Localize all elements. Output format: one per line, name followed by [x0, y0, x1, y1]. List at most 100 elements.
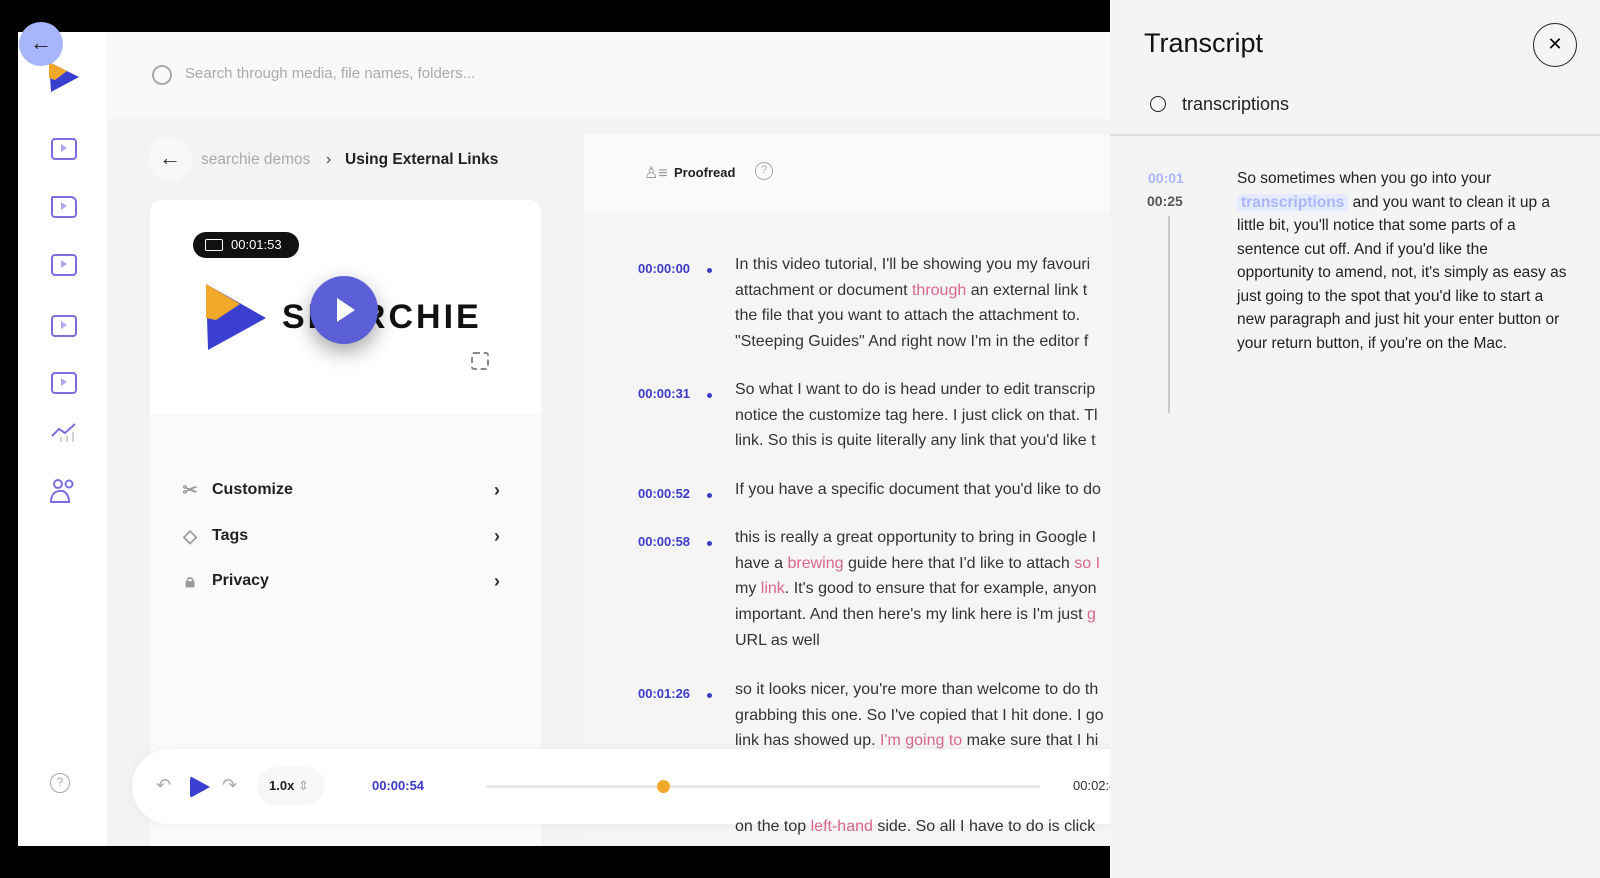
editor-header: ♙≡ Proofread ?	[584, 135, 1110, 212]
highlighted-word: so I	[1074, 554, 1101, 572]
word-run: my	[735, 580, 761, 598]
menu-tags[interactable]: ◇ Tags ›	[180, 521, 500, 551]
search-match: transcriptions	[1237, 193, 1349, 211]
library-icon[interactable]	[51, 315, 77, 337]
word-run: If you have a specific document that you…	[735, 481, 1101, 498]
paragraph-timestamp[interactable]: 00:00:31	[638, 386, 690, 401]
breadcrumb-back-button[interactable]: ←	[148, 137, 192, 181]
timestamp-dot	[707, 541, 712, 546]
current-time: 00:00:54	[372, 778, 425, 793]
tag-icon: ◇	[183, 526, 197, 546]
result-text: So sometimes when you go into your	[1237, 170, 1492, 187]
speed-value: 1.0x	[269, 778, 295, 793]
playlist-icon[interactable]	[51, 254, 77, 276]
search-icon	[152, 65, 172, 85]
result-timeline	[1168, 216, 1170, 413]
transcript-line[interactable]: link. So this is quite literally any lin…	[735, 432, 1096, 450]
progress-thumb[interactable]	[657, 780, 671, 793]
transcript-line[interactable]: URL as well	[735, 632, 820, 650]
duration-badge: 00:01:53	[193, 232, 299, 258]
transcript-line[interactable]: attachment or document through an extern…	[735, 282, 1087, 300]
video-preview[interactable]: 00:01:53 SEARCHIE	[150, 200, 541, 414]
users-icon[interactable]	[49, 478, 79, 504]
help-icon[interactable]: ?	[50, 773, 70, 793]
total-time: 00:02:47	[1073, 778, 1110, 793]
transcript-line[interactable]: In this video tutorial, I'll be showing …	[735, 256, 1090, 274]
timestamp-dot	[707, 493, 712, 498]
searchie-logo	[49, 62, 79, 92]
app-window: ? Search through media, file names, fold…	[18, 32, 1110, 846]
embed-icon[interactable]	[51, 372, 77, 394]
highlighted-word: link	[760, 580, 785, 598]
highlighted-word: g	[1087, 606, 1096, 624]
searchie-video-logo	[206, 284, 266, 350]
back-button[interactable]: ←	[19, 22, 63, 66]
speed-select[interactable]: 1.0x ⇕	[257, 767, 325, 805]
paragraph-timestamp[interactable]: 00:01:26	[638, 686, 690, 701]
highlighted-word: brewing	[787, 554, 844, 572]
word-run: make sure that I hi	[962, 732, 1099, 750]
word-run: important. And then here's my link here …	[735, 606, 1088, 624]
paragraph-timestamp[interactable]: 00:00:58	[638, 534, 690, 549]
word-run: so it looks nicer, you're more than welc…	[735, 681, 1099, 698]
transcript-line[interactable]: the file that you want to attach the att…	[735, 307, 1080, 325]
rewind-5-icon[interactable]: ↶	[156, 775, 171, 796]
word-run: have a	[735, 554, 788, 572]
paragraph-timestamp[interactable]: 00:00:00	[638, 261, 690, 276]
transcript-line[interactable]: grabbing this one. So I've copied that I…	[735, 707, 1104, 725]
help-icon[interactable]: ?	[755, 162, 773, 180]
word-run: So what I want to do is head under to ed…	[735, 381, 1096, 398]
menu-privacy[interactable]: 🔒︎ Privacy ›	[180, 566, 500, 596]
result-text: and you want to clean it up a little bit…	[1237, 193, 1567, 352]
scissors-icon: ✂	[182, 480, 198, 500]
video-icon	[205, 239, 223, 251]
search-result[interactable]: So sometimes when you go into your trans…	[1237, 167, 1567, 355]
word-run: side. So all I have to do is click	[872, 818, 1096, 835]
folder-icon[interactable]	[51, 196, 77, 218]
word-run: . It's good to ensure that for example, …	[784, 580, 1097, 598]
close-button[interactable]: ✕	[1533, 23, 1577, 67]
word-run: the file that you want to attach the att…	[735, 307, 1081, 325]
play-overlay-button[interactable]	[310, 276, 378, 344]
media-search-input[interactable]: Search through media, file names, folder…	[185, 65, 475, 82]
divider	[1110, 134, 1600, 136]
word-run: attachment or document	[735, 281, 912, 299]
search-icon	[1150, 96, 1166, 112]
transcript-line[interactable]: so it looks nicer, you're more than welc…	[735, 681, 1098, 699]
result-start-time[interactable]: 00:01	[1148, 170, 1184, 186]
word-run: guide here that I'd like to attach	[843, 554, 1075, 572]
word-run: "Steeping Guides" And right now I'm in t…	[735, 333, 1089, 351]
lock-icon: 🔒︎	[185, 571, 195, 591]
proofread-label[interactable]: Proofread	[674, 165, 735, 180]
play-button[interactable]	[190, 776, 210, 798]
media-icon[interactable]	[51, 138, 77, 160]
transcript-line[interactable]: notice the customize tag here. I just cl…	[735, 407, 1098, 425]
transcript-editor: ♙≡ Proofread ? 00:00:00 In this video tut…	[584, 135, 1110, 846]
transcript-line[interactable]: this is really a great opportunity to br…	[735, 529, 1096, 547]
word-run: In this video tutorial, I'll be showing …	[735, 256, 1091, 273]
transcript-line[interactable]: If you have a specific document that you…	[735, 481, 1101, 499]
transcript-line[interactable]: my link. It's good to ensure that for ex…	[735, 580, 1096, 598]
forward-5-icon[interactable]: ↷	[222, 775, 237, 796]
transcript-line[interactable]: link has showed up. I'm going to make su…	[735, 732, 1098, 750]
menu-label: Privacy	[212, 572, 269, 589]
timestamp-dot	[707, 393, 712, 398]
progress-slider[interactable]	[486, 780, 1040, 793]
word-run: an external link t	[966, 281, 1088, 299]
paragraph-timestamp[interactable]: 00:00:52	[638, 486, 690, 501]
highlighted-word: through	[911, 281, 967, 299]
transcript-panel: Transcript ✕ transcriptions 00:01 00:25 …	[1110, 0, 1600, 878]
chevron-right-icon: ›	[494, 525, 500, 546]
transcript-line[interactable]: So what I want to do is head under to ed…	[735, 381, 1095, 399]
transcript-line[interactable]: have a brewing guide here that I'd like …	[735, 555, 1100, 573]
updown-icon: ⇕	[297, 778, 309, 793]
analytics-icon[interactable]	[50, 422, 78, 444]
timestamp-dot	[707, 693, 712, 698]
fullscreen-icon[interactable]	[471, 352, 489, 370]
transcript-line[interactable]: "Steeping Guides" And right now I'm in t…	[735, 333, 1088, 351]
menu-customize[interactable]: ✂ Customize ›	[180, 475, 500, 505]
transcript-line[interactable]: important. And then here's my link here …	[735, 606, 1096, 624]
transcript-search-input[interactable]: transcriptions	[1182, 94, 1289, 115]
duration-text: 00:01:53	[231, 237, 282, 252]
breadcrumb-parent[interactable]: searchie demos	[201, 151, 310, 169]
